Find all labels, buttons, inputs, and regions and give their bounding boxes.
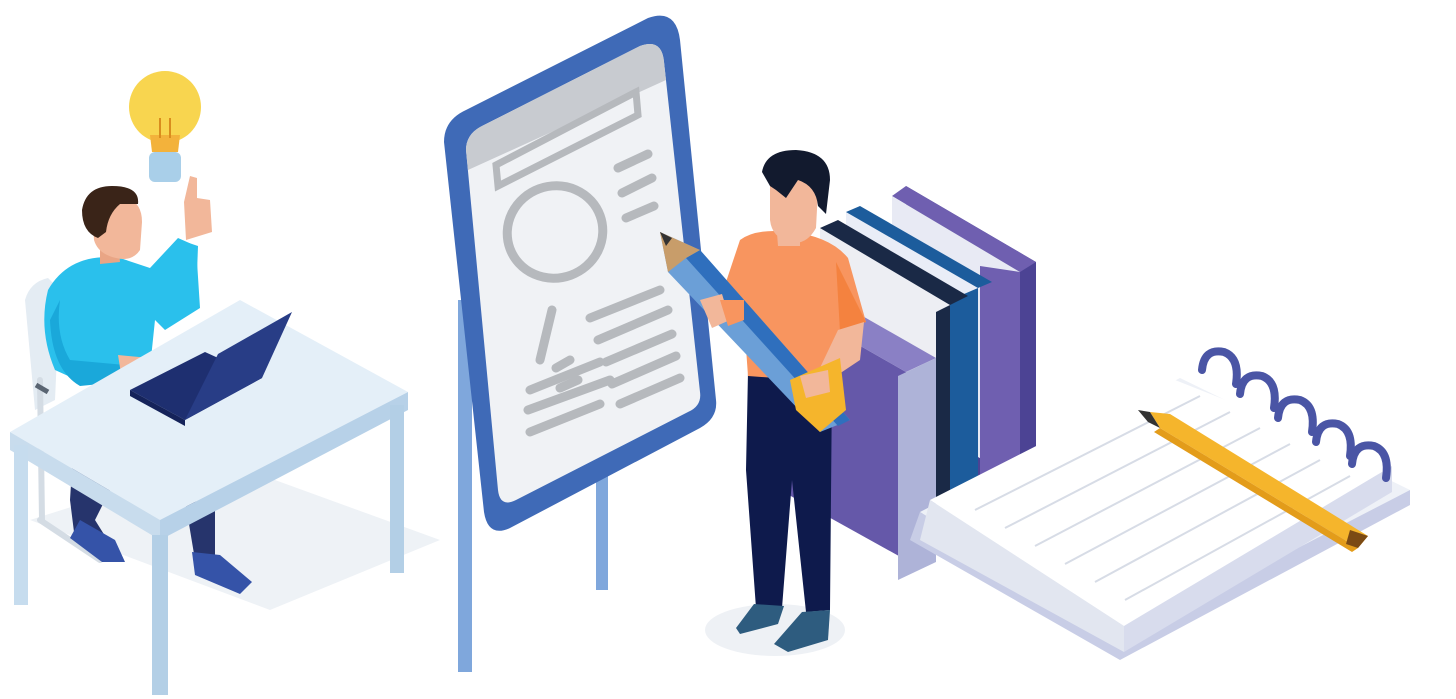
idea-scene [10,71,440,695]
raised-hand [184,176,212,240]
isometric-illustration [10,15,1410,695]
flipchart-board [444,15,717,672]
lightbulb-icon [129,71,201,182]
